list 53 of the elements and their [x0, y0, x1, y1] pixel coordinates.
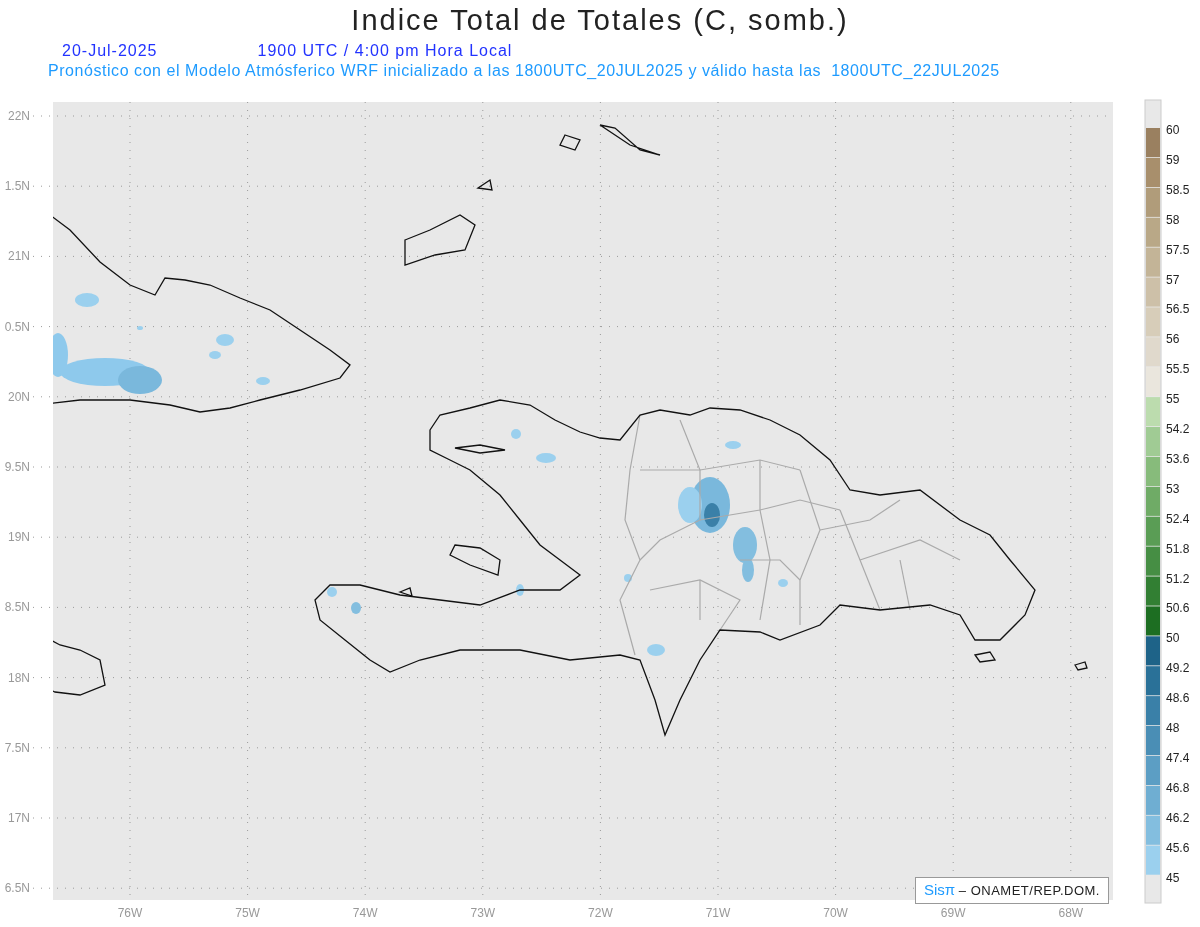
latitude-label: 20N	[8, 389, 30, 404]
legend-label: 50.6	[1166, 601, 1190, 616]
legend-label: 51.8	[1166, 541, 1190, 556]
time-label: 1900 UTC / 4:00 pm Hora Local	[257, 43, 513, 59]
legend-label: 48.6	[1166, 691, 1190, 706]
longitude-label: 72W	[588, 906, 613, 920]
longitude-label: 74W	[352, 906, 378, 920]
longitude-label: 68W	[1058, 906, 1084, 920]
latitude-label: 17N	[8, 811, 30, 825]
legend-label: 47.4	[1166, 750, 1190, 765]
legend-label: 56.5	[1166, 302, 1190, 317]
longitude-label: 76W	[117, 906, 143, 920]
legend-label: 58	[1166, 212, 1180, 227]
latitude-label: 0.5N	[4, 319, 30, 334]
subtitle: Pronóstico con el Modelo Atmósferico WRF inicializado a las 1800UTC_20JUL2025 y válido hasta las 1800UTC_22JUL2025	[48, 62, 1000, 79]
legend-label: 46.8	[1166, 780, 1190, 795]
legend-label: 52.4	[1166, 511, 1190, 526]
legend-label: 45	[1166, 870, 1180, 885]
longitude-label: 69W	[940, 906, 966, 920]
credit-text: – ONAMET/REP.DOM.	[958, 883, 1100, 898]
latitude-label: 22N	[8, 109, 30, 123]
legend-label: 57.5	[1166, 242, 1190, 257]
legend-label: 48	[1166, 721, 1180, 735]
chart-title: Indice Total de Totales (C, somb.)	[351, 4, 849, 36]
legend-label: 54.2	[1166, 422, 1190, 436]
latitude-label: 7.5N	[4, 740, 30, 755]
legend-label: 56	[1166, 332, 1180, 347]
legend-label: 55.5	[1166, 362, 1190, 377]
latitude-label: 6.5N	[4, 881, 30, 896]
legend-label: 49.2	[1166, 661, 1190, 676]
legend-label: 57	[1166, 272, 1180, 287]
legend-label: 55	[1166, 392, 1180, 407]
legend-label: 53	[1166, 481, 1180, 496]
longitude-label: 73W	[470, 906, 496, 920]
longitude-label: 70W	[823, 906, 848, 920]
latitude-label: 9.5N	[4, 460, 30, 474]
legend-label: 60	[1166, 123, 1180, 137]
legend-label: 53.6	[1166, 451, 1190, 466]
legend-label: 50	[1166, 631, 1180, 646]
latitude-label: 21N	[8, 249, 30, 264]
legend-label: 58.5	[1166, 182, 1190, 197]
longitude-label: 71W	[705, 906, 731, 920]
longitude-label: 75W	[235, 906, 260, 920]
latitude-label: 1.5N	[4, 179, 30, 194]
date-label: 20-Jul-2025	[62, 43, 158, 59]
latitude-label: 19N	[8, 530, 30, 545]
legend-label: 45.6	[1166, 840, 1190, 855]
latitude-label: 8.5N	[4, 600, 30, 615]
latitude-label: 18N	[8, 670, 30, 685]
brand-label: Sisπ	[924, 881, 956, 898]
legend-label: 59	[1166, 152, 1180, 167]
legend-label: 46.2	[1166, 810, 1190, 825]
legend-label: 51.2	[1166, 571, 1190, 586]
